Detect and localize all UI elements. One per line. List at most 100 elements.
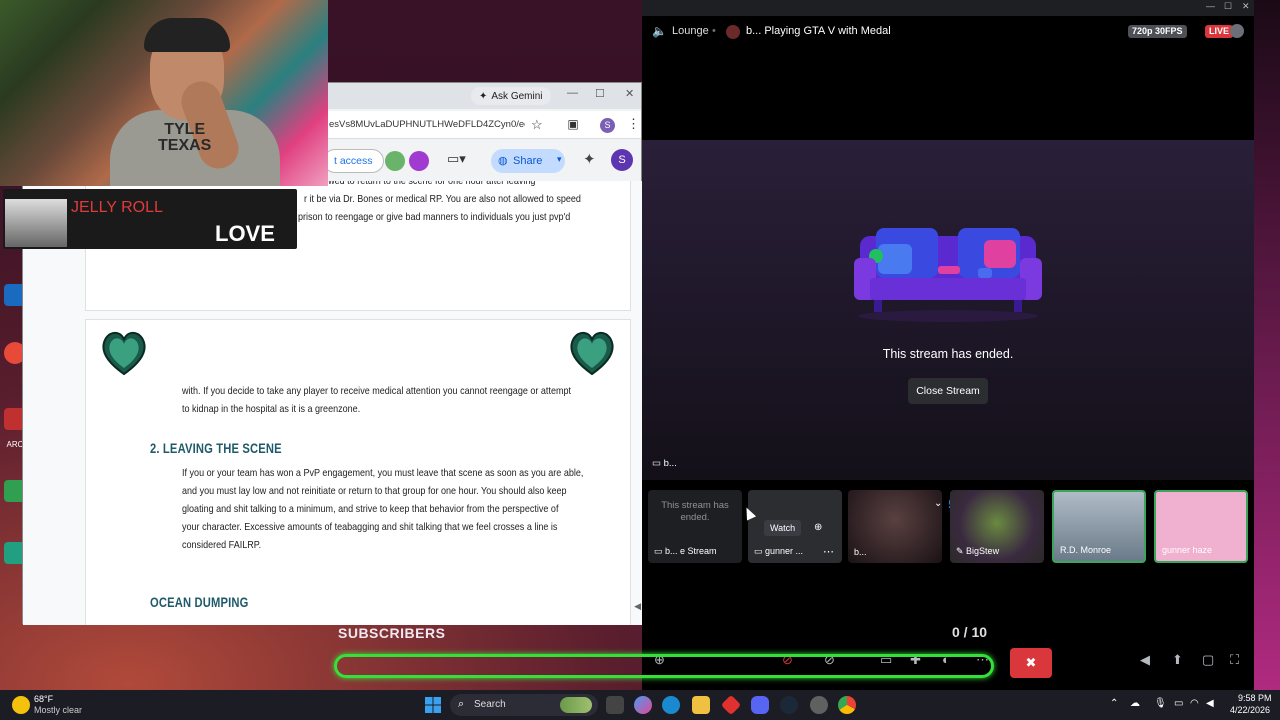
maximize-icon[interactable]: ☐ [1224, 1, 1232, 12]
shirt-text-line1: TYLE [164, 121, 206, 138]
section-heading-leaving-scene: 2. LEAVING THE SCENE [150, 440, 282, 456]
app-icon-red[interactable] [720, 694, 742, 716]
separator-dot: • [712, 25, 716, 37]
document-page-2: with. If you decide to take any player t… [85, 319, 631, 625]
browser-menu-icon[interactable]: ⋮ [627, 116, 640, 132]
close-icon[interactable]: ✕ [625, 87, 634, 100]
share-dropdown-icon[interactable]: ▾ [557, 154, 562, 165]
tray-wifi-icon[interactable]: ◠ [1190, 698, 1199, 709]
discord-stream-window: — ☐ ✕ 🔈 Lounge • b... Playing GTA V with… [642, 0, 1254, 690]
close-icon[interactable]: ✕ [1242, 1, 1250, 12]
app-icon-gear[interactable] [810, 696, 828, 714]
weather-icon[interactable] [12, 696, 30, 714]
account-avatar[interactable]: S [611, 149, 633, 171]
disconnect-button[interactable]: ✖ [1010, 648, 1052, 678]
globe-icon: ◍ [498, 155, 508, 167]
minimize-icon[interactable]: — [1206, 1, 1215, 11]
tile-name: ▭ b... e Stream [654, 546, 717, 556]
participant-tile[interactable]: ✎ BigStew [950, 490, 1044, 563]
team-logo-right [570, 332, 614, 376]
copilot-icon[interactable] [634, 696, 652, 714]
doc-line: If you or your team has won a PvP engage… [182, 467, 584, 479]
song-artist: JELLY ROLL [71, 199, 163, 216]
streamer-avatar [726, 25, 740, 39]
task-view-icon[interactable] [606, 696, 624, 714]
speaker-icon: 🔈 [652, 24, 667, 38]
participant-tile[interactable]: Watch ⊕ ▭ gunner ... ⋯ [748, 490, 842, 563]
scroll-left-icon[interactable]: ◀ [634, 601, 641, 612]
stream-stage: This stream has ended. Close Stream ▭ b.… [642, 140, 1254, 480]
clock-time[interactable]: 9:58 PM [1238, 693, 1272, 703]
windows-start-icon[interactable] [425, 697, 441, 713]
participant-tile[interactable]: This stream has ended. ▭ b... e Stream [648, 490, 742, 563]
profile-badge[interactable]: S [600, 118, 615, 133]
discord-titlebar: — ☐ ✕ [642, 0, 1254, 16]
couch-illustration [854, 228, 1042, 322]
screen-icon: ▭ [652, 458, 664, 469]
file-explorer-icon[interactable] [692, 696, 710, 714]
doc-line: ot allowed to return to the scene for on… [304, 181, 536, 187]
weather-temperature[interactable]: 68°F [34, 694, 53, 704]
tray-mic-icon[interactable]: 🎙 [1154, 698, 1167, 709]
meet-icon[interactable] [385, 151, 405, 171]
chat-toggle-icon[interactable] [1230, 24, 1244, 38]
doc-line: gloating and shit talking to a minimum, … [182, 503, 559, 515]
clock-date[interactable]: 4/22/2026 [1230, 705, 1270, 715]
close-stream-button[interactable]: Close Stream [908, 378, 988, 404]
doc-line: your character. Excessive amounts of tea… [182, 521, 558, 533]
collapse-chevron-icon[interactable]: ⌄ [934, 498, 942, 509]
request-access-button[interactable]: t access [323, 149, 384, 173]
doc-line: to kidnap in the hospital as it is a gre… [182, 403, 361, 415]
watch-button[interactable]: Watch [764, 520, 802, 536]
tray-monitor-icon[interactable]: ▭ [1174, 698, 1183, 709]
album-art [5, 199, 67, 247]
video-call-icon[interactable]: ▭▾ [447, 151, 466, 167]
tile-name: gunner haze [1162, 545, 1213, 555]
participant-tile[interactable]: R.D. Monroe [1052, 490, 1146, 563]
song-title: LOVE W [215, 221, 275, 249]
chat-icon[interactable] [409, 151, 429, 171]
team-logo-left [102, 332, 146, 376]
participant-tile[interactable]: gunner haze [1154, 490, 1248, 563]
screen-icon: ▭ [754, 546, 766, 556]
minimize-icon[interactable]: — [567, 87, 578, 99]
url-text[interactable]: esVs8MUvLaDUPHNUTLHWeDFLD4ZCyn0/ed... [329, 119, 525, 130]
gemini-icon: ✦ [479, 90, 488, 102]
bookmark-star-icon[interactable]: ☆ [531, 117, 543, 133]
voice-channel-name[interactable]: Lounge [672, 25, 709, 37]
weather-description[interactable]: Mostly clear [34, 705, 82, 715]
tray-overflow-icon[interactable]: ⌃ [1110, 698, 1118, 709]
desktop-edge [1254, 0, 1280, 690]
edge-icon[interactable] [662, 696, 680, 714]
ask-gemini-button[interactable]: ✦ Ask Gemini [471, 87, 551, 105]
stream-label: ▭ b... [652, 458, 677, 472]
maximize-icon[interactable]: ☐ [595, 87, 605, 100]
subscribers-goal-label: SUBSCRIBERS [338, 625, 446, 641]
volume-icon[interactable]: ◀ [1140, 652, 1150, 668]
discord-icon[interactable] [751, 696, 769, 714]
tray-cloud-icon[interactable]: ☁ [1130, 698, 1140, 709]
stream-label-text: b... [663, 458, 677, 469]
fullscreen-icon[interactable]: ⛶ [1230, 652, 1239, 668]
subscribers-goal-count: 0 / 10 [952, 624, 988, 640]
doc-line: considered FAILRP. [182, 539, 262, 551]
participant-tile[interactable]: b... [848, 490, 942, 563]
chrome-icon[interactable] [838, 696, 856, 714]
taskbar-search[interactable]: ⌕ Search [450, 694, 598, 716]
shirt-text-line2: TEXAS [158, 137, 212, 154]
search-icon: ⌕ [458, 698, 465, 710]
pin-icon[interactable]: ⬆ [1172, 652, 1183, 668]
gemini-spark-icon[interactable]: ✦ [583, 150, 596, 168]
extensions-icon[interactable]: ▣ [565, 117, 581, 133]
popout-icon[interactable]: ▢ [1202, 652, 1214, 668]
streamer-activity: b... Playing GTA V with Medal [746, 25, 891, 37]
search-label: Search [474, 699, 506, 710]
tray-volume-icon[interactable]: ◀ [1206, 698, 1214, 709]
subscribers-goal-bar [334, 654, 994, 678]
popout-icon[interactable]: ⊕ [814, 522, 822, 533]
share-button[interactable]: ◍ Share [491, 149, 565, 173]
more-options-icon[interactable]: ⋯ [823, 545, 834, 558]
streamer-cap [144, 18, 230, 52]
steam-icon[interactable] [780, 696, 798, 714]
live-badge: LIVE [1205, 25, 1234, 38]
